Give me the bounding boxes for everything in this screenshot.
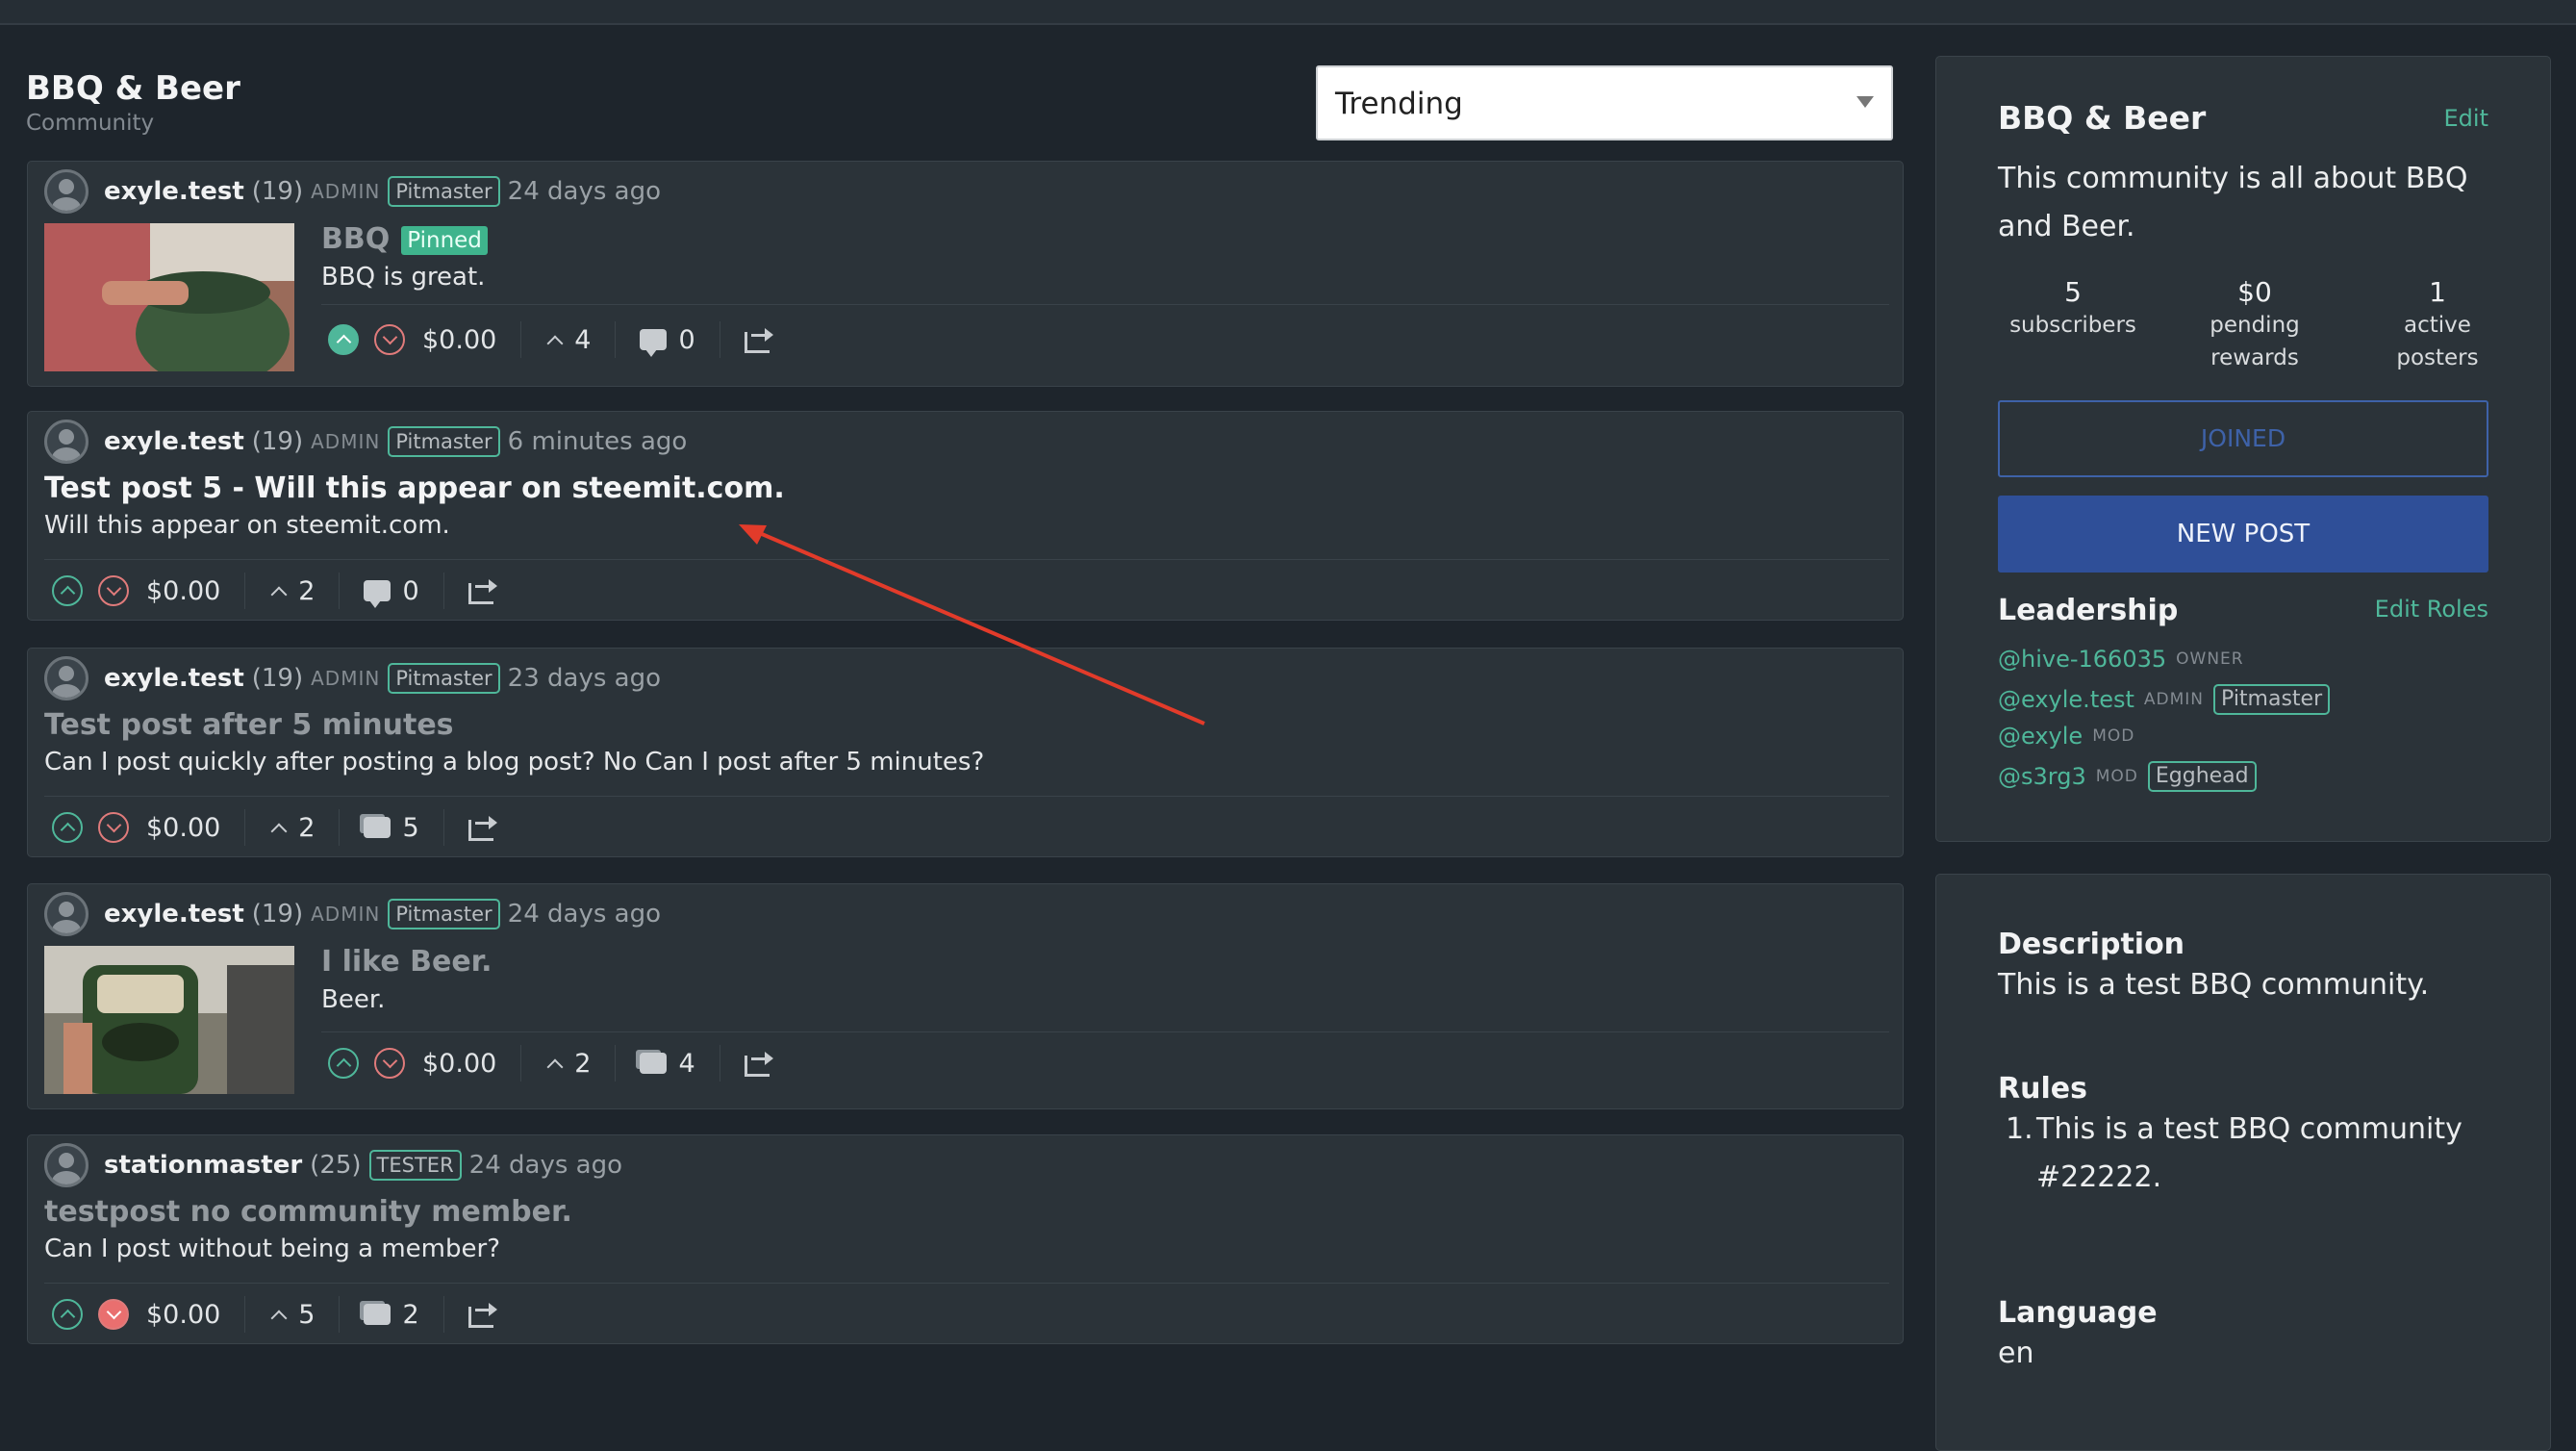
leader-name[interactable]: @exyle [1998, 723, 2083, 750]
sidebar-community-title: BBQ & Beer [1998, 99, 2207, 137]
stat-subscribers: 5 subscribers [1982, 276, 2164, 342]
leader-name[interactable]: @exyle.test [1998, 686, 2134, 713]
new-post-button[interactable]: NEW POST [1998, 496, 2488, 573]
leader-role: ADMIN [2143, 690, 2205, 709]
stat-value: $0 [2237, 276, 2272, 308]
leader-role: MOD [2092, 726, 2135, 746]
joined-button[interactable]: JOINED [1998, 400, 2488, 477]
description-text: This is a test BBQ community. [1998, 968, 2430, 1002]
edit-community-link[interactable]: Edit [2444, 105, 2488, 132]
language-value: en [1998, 1336, 2034, 1370]
leader-item: @hive-166035 OWNER [1998, 646, 2244, 673]
description-heading: Description [1998, 928, 2185, 961]
leader-name[interactable]: @hive-166035 [1998, 646, 2166, 673]
stat-label: subscribers [2009, 313, 2136, 338]
stat-pending-rewards: $0 pending rewards [2163, 276, 2346, 374]
rules-heading: Rules [1998, 1072, 2087, 1106]
stat-label: pending [2210, 313, 2300, 338]
stat-label-2: posters [2396, 345, 2479, 370]
stat-label-2: rewards [2210, 345, 2299, 370]
rule-item: 1. This is a test BBQ community #22222. [1998, 1106, 2498, 1202]
leader-badge: Pitmaster [2213, 684, 2331, 715]
rule-text: This is a test BBQ community #22222. [2036, 1112, 2462, 1194]
leader-item: @exyle MOD [1998, 723, 2134, 750]
leadership-heading: Leadership [1998, 594, 2179, 627]
leader-item: @s3rg3 MOD Egghead [1998, 761, 2257, 792]
community-about: This community is all about BBQ and Beer… [1998, 162, 2468, 243]
stat-active-posters: 1 active posters [2346, 276, 2529, 374]
edit-roles-link[interactable]: Edit Roles [2375, 596, 2488, 623]
leader-name[interactable]: @s3rg3 [1998, 763, 2086, 790]
rule-number: 1. [2006, 1112, 2033, 1146]
community-details-card: Description This is a test BBQ community… [1935, 874, 2551, 1451]
language-heading: Language [1998, 1296, 2158, 1330]
leader-item: @exyle.test ADMIN Pitmaster [1998, 684, 2331, 715]
stat-label: active [2404, 313, 2471, 338]
community-info-card: BBQ & Beer Edit This community is all ab… [1935, 56, 2551, 842]
leader-role: OWNER [2176, 649, 2244, 669]
leader-role: MOD [2095, 767, 2138, 786]
leader-badge: Egghead [2147, 761, 2257, 792]
stat-value: 5 [2064, 276, 2082, 308]
stat-value: 1 [2429, 276, 2446, 308]
